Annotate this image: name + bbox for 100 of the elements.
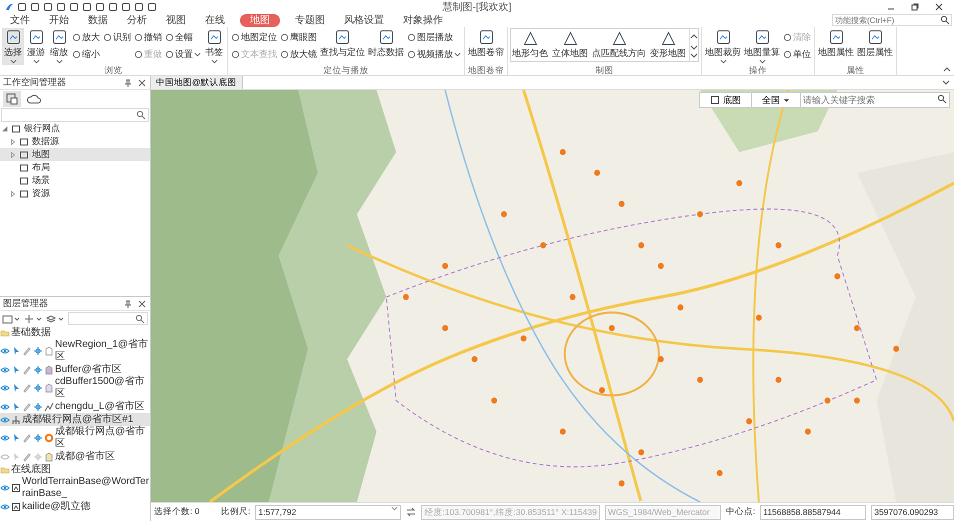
folder-dropdown-icon[interactable] [2, 314, 22, 324]
ribbon-button[interactable]: 漫游 [25, 28, 47, 65]
expand-arrow-icon[interactable] [10, 152, 16, 158]
ribbon-button[interactable]: 缩放 [48, 28, 70, 65]
add-dropdown-icon[interactable] [24, 314, 44, 324]
ribbon-tab[interactable]: 分析 [123, 14, 151, 26]
ribbon-button[interactable]: 设置 [164, 47, 202, 62]
ribbon-button[interactable]: 图层播放 [406, 30, 462, 45]
pin-icon[interactable] [123, 78, 133, 88]
snap-icon[interactable] [33, 433, 43, 443]
ribbon-button[interactable]: 选择 [2, 28, 24, 65]
gallery-item[interactable]: 变形地图 [649, 29, 687, 61]
visibility-icon[interactable] [0, 383, 10, 393]
tree-item[interactable]: 资源 [32, 187, 50, 200]
scale-dropdown[interactable]: 1:577,792 [255, 504, 402, 520]
ribbon-tab[interactable]: 风格设置 [340, 14, 388, 26]
snap-icon[interactable] [33, 402, 43, 412]
visibility-icon[interactable] [0, 414, 10, 424]
layer-name[interactable]: chengdu_L@省市区 [55, 400, 145, 412]
ribbon-button[interactable]: 单位 [782, 47, 812, 62]
expand-arrow-icon[interactable] [10, 190, 16, 196]
layer-group-name[interactable]: 基础数据 [11, 326, 51, 338]
caret-icon[interactable] [942, 80, 950, 85]
ribbon-button[interactable]: 放大镜 [279, 47, 318, 62]
snap-icon[interactable] [33, 383, 43, 393]
ribbon-button[interactable]: 地图量算 [743, 28, 781, 65]
ribbon-button[interactable]: 撤销 [133, 30, 163, 45]
expand-arrow-icon[interactable] [2, 126, 8, 132]
layer-name[interactable]: 成都@省市区 [55, 450, 116, 462]
ribbon-button[interactable]: 缩小 [71, 47, 101, 62]
ribbon-button[interactable]: 书签 [203, 28, 225, 65]
visibility-icon[interactable] [0, 346, 10, 356]
visibility-icon[interactable] [0, 483, 10, 493]
layer-name[interactable]: 成都银行网点@省市区 [55, 426, 150, 450]
tool-icon [378, 29, 394, 46]
collapse-ribbon-icon[interactable] [943, 67, 951, 72]
visibility-icon[interactable] [0, 402, 10, 412]
close-icon[interactable] [934, 2, 944, 12]
layer-group-name[interactable]: 在线底图 [11, 464, 51, 476]
function-search-field[interactable]: 功能搜索(Ctrl+F) [832, 14, 952, 26]
caret-icon [210, 59, 218, 64]
layer-name[interactable]: kailide@凯立德 [22, 500, 91, 512]
pin-icon[interactable] [123, 298, 133, 308]
tree-item[interactable]: 场景 [32, 174, 50, 187]
search-field[interactable] [68, 312, 148, 325]
center-y-field[interactable]: 3597076.090293 [871, 504, 954, 520]
gallery-item[interactable]: 立体地图 [551, 29, 589, 61]
tree-item[interactable]: 银行网点 [24, 122, 60, 135]
ribbon-button[interactable]: 地图裁剪 [704, 28, 742, 65]
ribbon-tab[interactable]: 视图 [162, 14, 190, 26]
map-search-field[interactable]: 请输入关键字搜索 [800, 92, 950, 108]
ribbon-tab[interactable]: 对象操作 [399, 14, 447, 26]
gallery-item[interactable]: 地形匀色 [511, 29, 549, 61]
gallery-scroll-icon[interactable] [689, 29, 698, 61]
ribbon-button[interactable]: 查找与定位 [319, 28, 366, 60]
ribbon-tab[interactable]: 专题图 [291, 14, 329, 26]
scale-label: 比例尺: [221, 506, 250, 518]
visibility-icon[interactable] [0, 452, 10, 462]
close-icon[interactable] [137, 78, 147, 88]
snap-icon[interactable] [33, 364, 43, 374]
ribbon-group-label: 定位与播放 [322, 65, 370, 75]
ribbon-button[interactable]: 时态数据 [367, 28, 405, 60]
swap-icon[interactable] [406, 507, 416, 517]
expand-arrow-icon[interactable] [10, 138, 16, 144]
ribbon-tab[interactable]: 开始 [45, 14, 73, 26]
basemap-button[interactable]: 底图 [699, 92, 751, 108]
layer-name[interactable]: NewRegion_1@省市区 [55, 339, 150, 363]
gallery-item[interactable]: 点匹配线方向 [591, 29, 647, 61]
ribbon-tab[interactable]: 数据 [84, 14, 112, 26]
ribbon-button[interactable]: 视频播放 [406, 47, 462, 62]
workspace-tab-icon[interactable] [3, 91, 21, 107]
panel-title: 图层管理器 [3, 297, 49, 310]
tree-item[interactable]: 布局 [32, 161, 50, 174]
tree-item[interactable]: 地图 [32, 148, 50, 161]
visibility-icon[interactable] [0, 364, 10, 374]
tree-item[interactable]: 数据源 [32, 135, 59, 148]
ribbon-button[interactable]: 地图属性 [817, 28, 855, 60]
ribbon-button[interactable]: 地图定位 [230, 30, 278, 45]
ribbon-tab[interactable]: 在线 [201, 14, 229, 26]
ribbon-button[interactable]: 鹰眼图 [279, 30, 318, 45]
ribbon-button[interactable]: 图层属性 [856, 28, 894, 60]
restore-icon[interactable] [910, 2, 920, 12]
ribbon-button[interactable]: 放大 [71, 30, 101, 45]
search-field[interactable] [1, 108, 149, 122]
panel-title: 工作空间管理器 [3, 76, 67, 89]
ribbon-tab[interactable]: 文件 [6, 14, 34, 26]
layers-dropdown-icon[interactable] [46, 314, 66, 324]
tool-icon [50, 29, 68, 46]
search-icon [136, 110, 146, 120]
close-icon[interactable] [137, 298, 147, 308]
visibility-icon[interactable] [0, 433, 10, 443]
ribbon-button[interactable]: 全幅 [164, 30, 202, 45]
region-dropdown[interactable]: 全国 [751, 92, 800, 108]
visibility-icon[interactable] [0, 502, 10, 512]
snap-icon[interactable] [33, 346, 43, 356]
document-tab[interactable]: 中国地图@默认底图 [151, 76, 243, 89]
ribbon-button[interactable]: 识别 [102, 30, 132, 45]
ribbon-button[interactable]: 地图卷帘 [467, 28, 505, 60]
layer-name[interactable]: Buffer@省市区 [55, 364, 122, 376]
center-x-field[interactable]: 11568858.88587944 [760, 504, 866, 520]
